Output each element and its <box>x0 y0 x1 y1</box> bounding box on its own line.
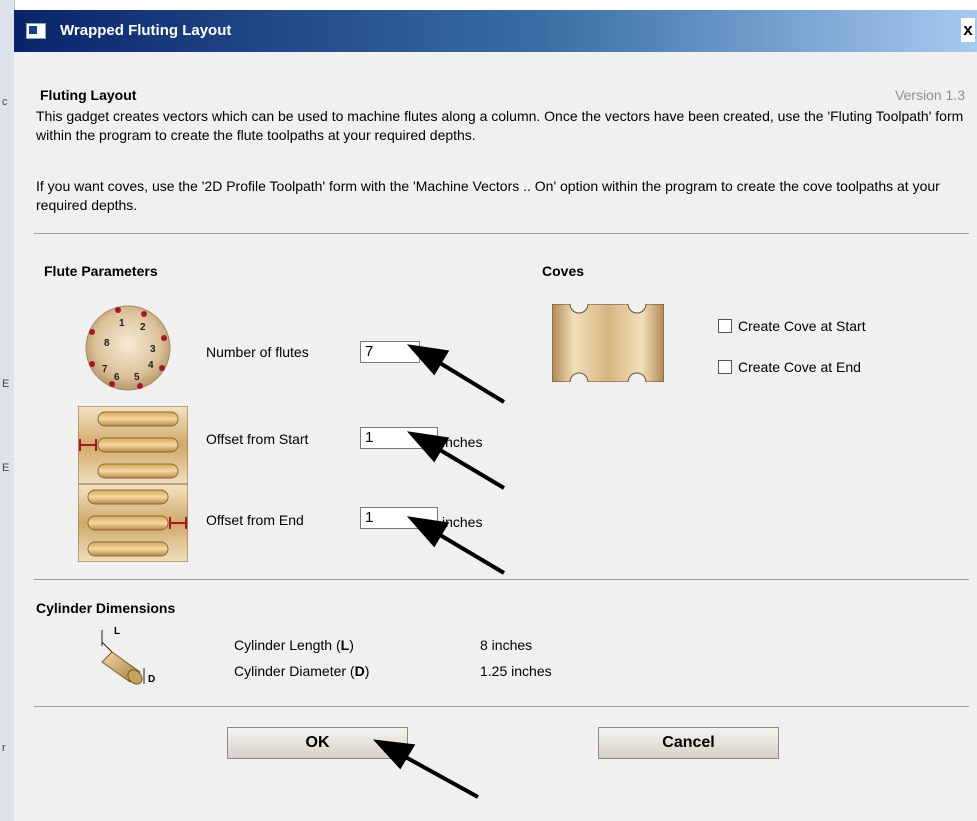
flute-number: 5 <box>134 372 140 383</box>
offset-end-diagram-icon <box>78 484 188 562</box>
cylinder-length-value: 8 inches <box>480 637 533 653</box>
cylinder-dimensions-heading: Cylinder Dimensions <box>36 600 176 616</box>
flute-parameters-heading: Flute Parameters <box>44 263 158 279</box>
cylinder-diameter-value: 1.25 inches <box>480 663 552 679</box>
flute-number: 2 <box>140 322 146 333</box>
background-glyph: r <box>2 742 6 754</box>
background-glyph: c <box>2 96 8 108</box>
flute-number: 8 <box>104 338 110 349</box>
background-glyph: E <box>2 378 10 390</box>
divider <box>34 706 969 707</box>
cancel-button[interactable]: Cancel <box>598 727 779 759</box>
dialog-window: Wrapped Fluting Layout x Fluting Layout … <box>14 10 977 821</box>
cylinder-diameter-label: Cylinder Diameter (D) <box>234 663 370 679</box>
title-bar[interactable]: Wrapped Fluting Layout x <box>14 10 977 52</box>
cylinder-l-letter: L <box>114 626 120 637</box>
offset-start-diagram-icon <box>78 406 188 484</box>
cove-start-label: Create Cove at Start <box>738 318 866 334</box>
flute-number: 3 <box>150 344 156 355</box>
ok-button[interactable]: OK <box>227 727 408 759</box>
offset-end-label: Offset from End <box>206 512 304 528</box>
flute-number: 6 <box>114 372 120 383</box>
cove-diagram-icon <box>552 304 664 382</box>
cylinder-d-letter: D <box>148 674 155 685</box>
coves-heading: Coves <box>542 263 585 279</box>
divider <box>34 579 969 580</box>
cylinder-length-label: Cylinder Length (L) <box>234 637 354 653</box>
offset-start-input[interactable]: 1 <box>360 427 438 449</box>
app-icon <box>26 23 46 39</box>
offset-end-input[interactable]: 1 <box>360 507 438 529</box>
background-window-edge: c E E r <box>0 0 15 821</box>
flute-cross-section-icon: 1 2 3 4 5 6 7 8 <box>85 305 171 391</box>
close-button[interactable]: x <box>961 18 975 42</box>
cove-start-checkbox[interactable] <box>718 319 732 333</box>
window-title: Wrapped Fluting Layout <box>60 22 232 39</box>
flute-number: 7 <box>102 364 108 375</box>
description-text: This gadget creates vectors which can be… <box>36 108 964 143</box>
section-heading-fluting-layout: Fluting Layout <box>40 87 137 103</box>
offset-start-unit: inches <box>442 434 483 450</box>
cylinder-icon: L D <box>101 626 155 685</box>
divider <box>34 233 969 234</box>
number-of-flutes-label: Number of flutes <box>206 344 309 360</box>
flute-number: 1 <box>119 318 125 329</box>
cove-end-checkbox[interactable] <box>718 360 732 374</box>
description-text-coves: If you want coves, use the '2D Profile T… <box>36 178 940 213</box>
number-of-flutes-input[interactable]: 7 <box>360 341 420 363</box>
version-label: Version 1.3 <box>894 87 965 103</box>
offset-start-label: Offset from Start <box>206 431 309 447</box>
flute-number: 4 <box>148 360 154 371</box>
offset-end-unit: inches <box>442 514 483 530</box>
cove-end-label: Create Cove at End <box>738 359 861 375</box>
background-glyph: E <box>2 462 10 474</box>
